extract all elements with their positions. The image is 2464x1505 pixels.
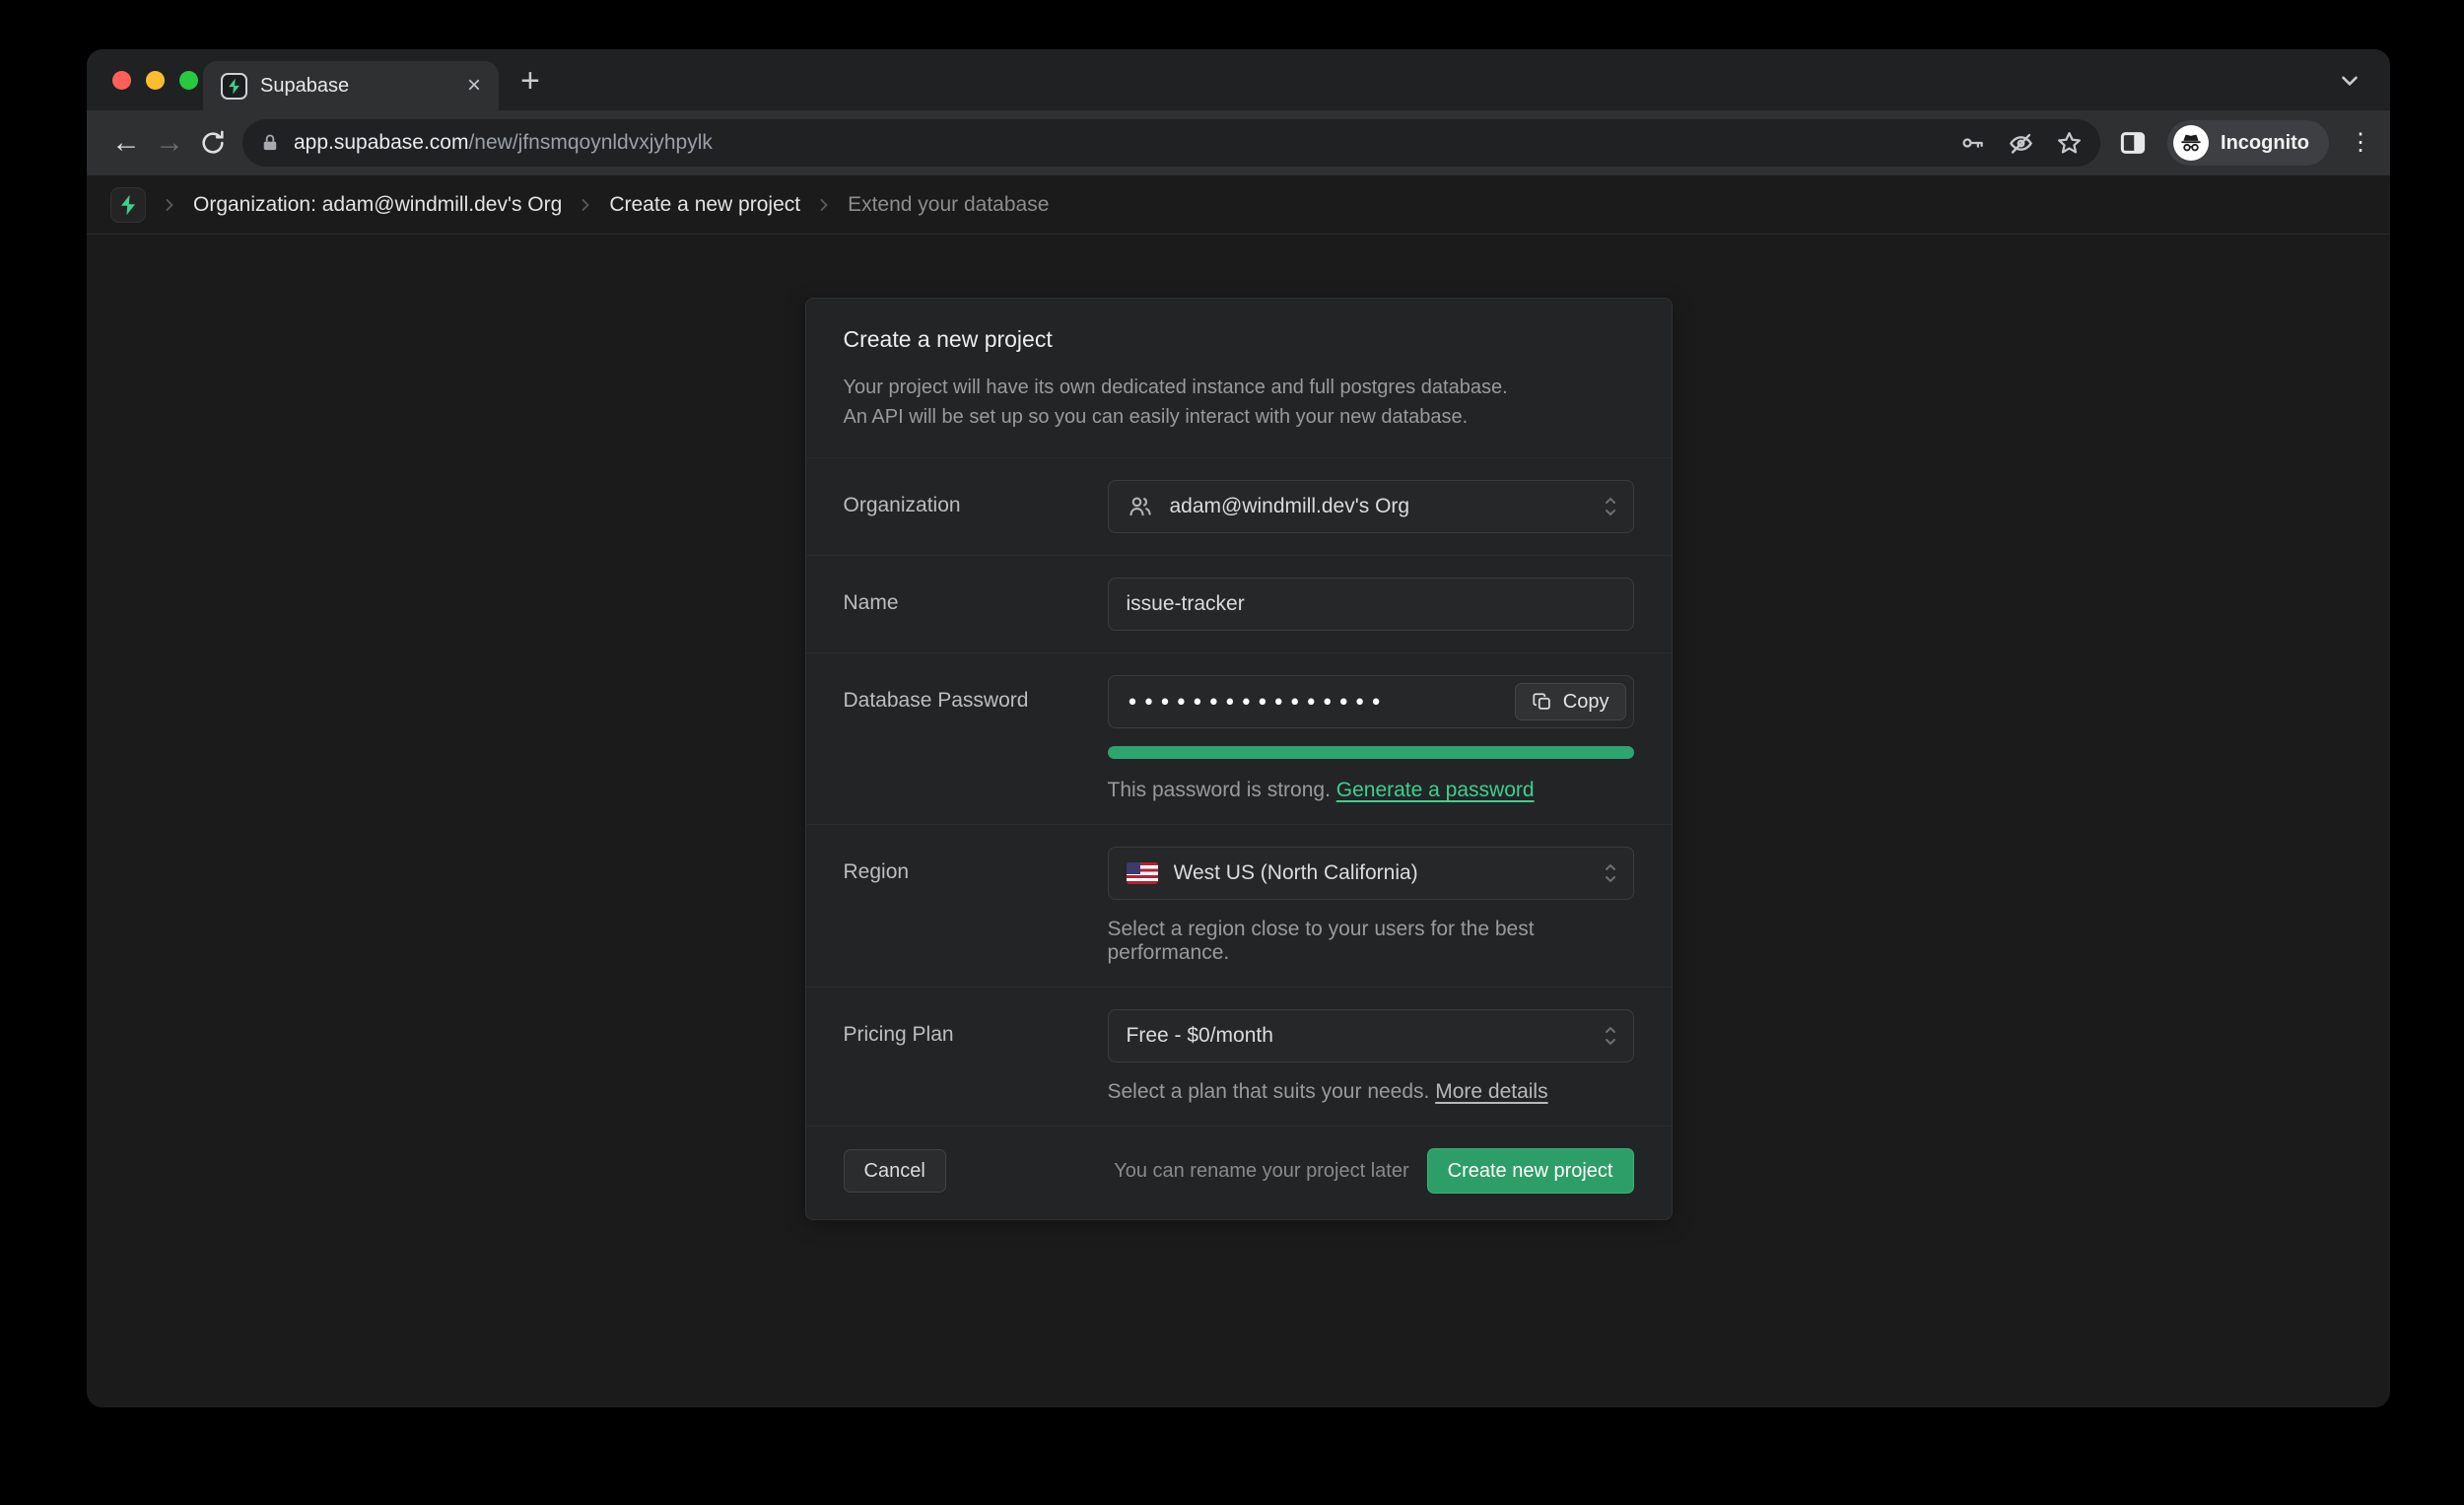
reload-button[interactable] [191,129,235,157]
name-input[interactable]: issue-tracker [1108,578,1634,631]
select-caret-icon [1602,860,1619,886]
generate-password-link[interactable]: Generate a password [1336,779,1535,801]
lock-icon [260,132,280,154]
pricing-select[interactable]: Free - $0/month [1108,1009,1634,1062]
region-label: Region [844,847,1108,884]
create-project-card: Create a new project Your project will h… [805,298,1673,1220]
chevron-right-icon [816,197,832,213]
traffic-lights [112,71,198,90]
page-content: Create a new project Your project will h… [87,235,2390,1407]
region-select[interactable]: West US (North California) [1108,847,1634,900]
password-masked-value: •••••••••••••••• [1127,689,1387,715]
pricing-helper-text: Select a plan that suits your needs. Mor… [1108,1080,1634,1104]
more-details-link[interactable]: More details [1435,1080,1547,1103]
tab-close-icon[interactable]: × [467,74,481,98]
breadcrumb-create-project[interactable]: Create a new project [609,193,800,217]
region-value: West US (North California) [1174,861,1418,885]
card-footer: Cancel You can rename your project later… [806,1126,1672,1219]
url-domain: app.supabase.com [294,131,468,154]
pricing-helper-message: Select a plan that suits your needs. [1108,1080,1430,1103]
description-line-2: An API will be set up so you can easily … [844,402,1634,432]
url-bar[interactable]: app.supabase.com/new/jfnsmqoynldvxjyhpyl… [242,119,2100,167]
us-flag-icon [1127,862,1158,884]
page-title: Create a new project [844,320,1634,353]
pricing-label: Pricing Plan [844,1009,1108,1047]
breadcrumb-extend-database[interactable]: Extend your database [848,193,1049,217]
chevron-right-icon [162,197,177,213]
name-label: Name [844,578,1108,615]
side-panel-icon[interactable] [2118,128,2148,158]
rename-note: You can rename your project later [1114,1160,1408,1183]
eye-off-icon[interactable] [2008,130,2034,157]
new-tab-button[interactable]: + [520,62,540,101]
select-caret-icon [1602,1023,1619,1049]
browser-tab-supabase[interactable]: Supabase × [203,61,499,110]
copy-button-label: Copy [1563,691,1609,714]
url-text: app.supabase.com/new/jfnsmqoynldvxjyhpyl… [294,131,1947,155]
password-input[interactable]: •••••••••••••••• Copy [1108,675,1634,728]
breadcrumb-organization[interactable]: Organization: adam@windmill.dev's Org [193,193,562,217]
name-section: Name issue-tracker [806,555,1672,652]
browser-window: Supabase × + ← → app.supabase.com/new/jf… [87,49,2390,1407]
region-section: Region West US (North California) Select… [806,824,1672,987]
incognito-badge[interactable]: Incognito [2167,120,2329,166]
tab-search-chevron-icon[interactable] [2337,67,2362,93]
organization-section: Organization adam@windmill.dev's Org [806,457,1672,555]
copy-icon [1532,691,1553,713]
password-strength-bar [1108,746,1634,759]
browser-menu-icon[interactable]: ⋮ [2349,139,2372,147]
url-path: /new/jfnsmqoynldvxjyhpylk [468,131,712,154]
forward-button[interactable]: → [148,126,191,160]
password-strength-text: This password is strong. Generate a pass… [1108,779,1634,802]
supabase-logo-icon[interactable] [110,187,146,223]
chevron-right-icon [578,197,593,213]
incognito-label: Incognito [2221,132,2309,155]
supabase-favicon-icon [221,73,247,100]
organization-label: Organization [844,480,1108,517]
breadcrumb: Organization: adam@windmill.dev's Org Cr… [87,175,2390,235]
pricing-value: Free - $0/month [1127,1024,1273,1048]
copy-password-button[interactable]: Copy [1515,683,1626,720]
description-line-1: Your project will have its own dedicated… [844,373,1634,402]
organization-value: adam@windmill.dev's Org [1170,495,1410,518]
create-new-project-button[interactable]: Create new project [1427,1148,1634,1194]
cancel-button[interactable]: Cancel [844,1149,946,1193]
browser-toolbar: ← → app.supabase.com/new/jfnsmqoynldvxjy… [87,110,2390,175]
password-key-icon[interactable] [1960,130,1986,156]
bookmark-star-icon[interactable] [2056,130,2083,157]
pricing-section: Pricing Plan Free - $0/month Select a pl… [806,987,1672,1126]
zoom-window-button[interactable] [179,71,198,90]
card-header: Create a new project Your project will h… [806,299,1672,457]
region-helper-text: Select a region close to your users for … [1108,918,1634,965]
strength-message: This password is strong. [1108,779,1331,801]
users-icon [1127,493,1154,520]
tab-title: Supabase [260,75,454,98]
organization-select[interactable]: adam@windmill.dev's Org [1108,480,1634,533]
close-window-button[interactable] [112,71,131,90]
card-description: Your project will have its own dedicated… [844,373,1634,436]
tab-strip: Supabase × + [87,49,2390,110]
incognito-icon [2173,125,2209,161]
minimize-window-button[interactable] [146,71,165,90]
name-value: issue-tracker [1127,592,1245,616]
back-button[interactable]: ← [104,126,148,160]
password-section: Database Password •••••••••••••••• Cop [806,652,1672,824]
select-caret-icon [1602,494,1619,519]
password-label: Database Password [844,675,1108,713]
